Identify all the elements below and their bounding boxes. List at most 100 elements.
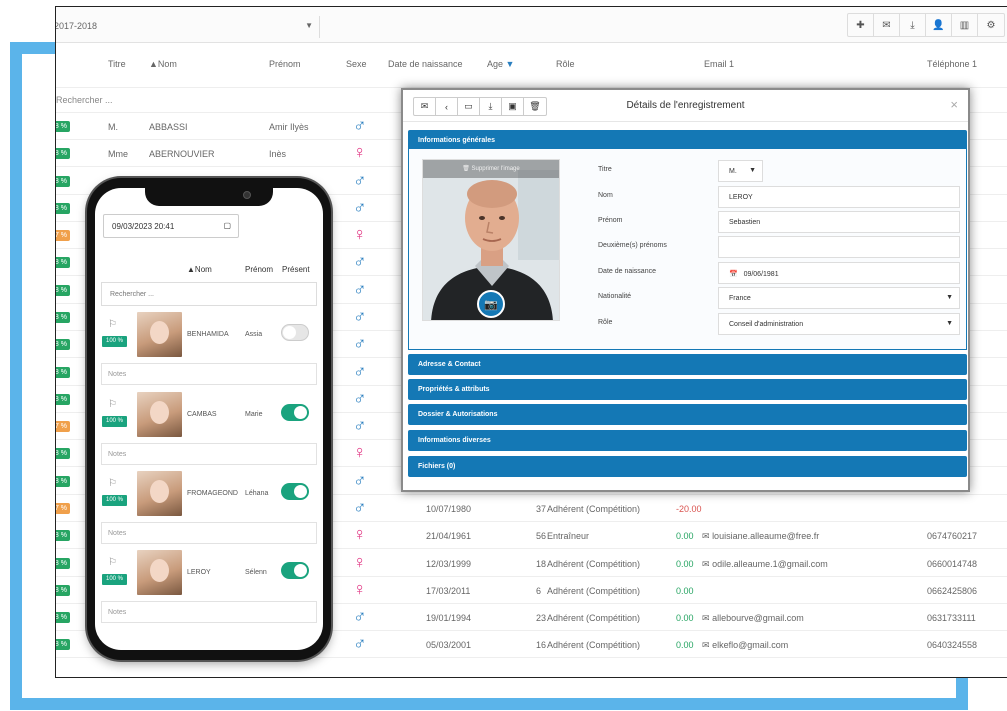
nationalite-value: France bbox=[729, 295, 751, 302]
cell-titre: Mme bbox=[108, 149, 128, 159]
cell-titre: M. bbox=[108, 122, 118, 132]
titre-value: M. bbox=[729, 168, 737, 175]
female-icon: ♀ bbox=[353, 579, 367, 599]
cell-balance: 0.00 bbox=[676, 531, 694, 541]
flag-icon[interactable]: ⚐ bbox=[108, 399, 117, 410]
column-sexe[interactable]: Sexe bbox=[346, 59, 367, 69]
label-deuxiemes-prenoms: Deuxième(s) prénoms bbox=[598, 242, 667, 249]
section-dossier-autorisations[interactable]: Dossier & Autorisations bbox=[408, 404, 967, 425]
attendance-row: ⚐ 100 % LEROY Sélenn Notes bbox=[95, 550, 323, 630]
column-titre[interactable]: Titre bbox=[108, 59, 126, 69]
cell-email[interactable]: ✉ elkeflo@gmail.com bbox=[702, 640, 788, 651]
season-select[interactable]: 2017-2018 ▼ bbox=[55, 16, 320, 38]
label-date-naissance: Date de naissance bbox=[598, 268, 656, 275]
cell-date-naissance: 12/03/1999 bbox=[426, 559, 472, 569]
cell-date-naissance: 21/04/1961 bbox=[426, 531, 472, 541]
calendar-icon[interactable]: ▢ bbox=[223, 221, 231, 230]
add-icon[interactable]: ✚ bbox=[848, 14, 874, 36]
male-icon: ♂ bbox=[353, 470, 367, 490]
nationalite-select[interactable]: France ▼ bbox=[718, 287, 960, 309]
cell-email[interactable]: ✉ odile.alleaume.1@gmail.com bbox=[702, 559, 828, 570]
completion-badge: 98 % bbox=[56, 176, 70, 187]
column-email[interactable]: Email 1 bbox=[704, 59, 734, 69]
cell-balance: -20.00 bbox=[676, 504, 702, 514]
attendance-row: ⚐ 100 % FROMAGEOND Léhana Notes bbox=[95, 471, 323, 551]
table-search-placeholder: Rechercher ... bbox=[56, 95, 113, 105]
completion-badge: 98 % bbox=[56, 639, 70, 650]
gear-icon[interactable]: ⚙ bbox=[978, 14, 1004, 36]
completion-badge: 98 % bbox=[56, 203, 70, 214]
cell-age: 37 bbox=[536, 504, 547, 514]
male-icon: ♂ bbox=[353, 361, 367, 381]
cell-telephone: 0660014748 bbox=[927, 559, 978, 569]
completion-badge: 98 % bbox=[56, 339, 70, 350]
cell-email[interactable]: ✉ allebourve@gmail.com bbox=[702, 613, 804, 624]
column-nom[interactable]: ▲Nom bbox=[149, 59, 177, 69]
nom-input[interactable]: LEROY bbox=[718, 186, 960, 208]
delete-photo-button[interactable]: 🗑 Supprimer l'image bbox=[423, 160, 559, 178]
record-details-modal: ✉ ‹ ▭ ⤓ ▣ 🗑 Détails de l'enregistrement … bbox=[401, 88, 970, 492]
phone-column-prenom[interactable]: Prénom bbox=[245, 265, 273, 274]
notes-input[interactable]: Notes bbox=[101, 601, 317, 623]
present-toggle[interactable] bbox=[281, 324, 309, 341]
titre-select[interactable]: M. ▼ bbox=[718, 160, 763, 182]
notes-placeholder: Notes bbox=[108, 371, 127, 378]
notes-input[interactable]: Notes bbox=[101, 522, 317, 544]
camera-icon[interactable]: 📷 bbox=[477, 290, 505, 318]
cell-email[interactable]: ✉ louisiane.alleaume@free.fr bbox=[702, 531, 819, 542]
present-toggle[interactable] bbox=[281, 404, 309, 421]
section-adresse-contact[interactable]: Adresse & Contact bbox=[408, 354, 967, 375]
label-role: Rôle bbox=[598, 319, 613, 326]
notes-input[interactable]: Notes bbox=[101, 363, 317, 385]
attendance-nom: FROMAGEOND bbox=[187, 490, 238, 497]
present-toggle[interactable] bbox=[281, 483, 309, 500]
season-value: 2017-2018 bbox=[55, 21, 98, 31]
column-age[interactable]: Age ▼ bbox=[487, 59, 514, 69]
completion-badge: 98 % bbox=[56, 257, 70, 268]
column-telephone[interactable]: Téléphone 1 bbox=[927, 59, 977, 69]
phone-column-nom[interactable]: ▲Nom bbox=[187, 265, 212, 274]
cell-balance: 0.00 bbox=[676, 613, 694, 623]
deuxiemes-prenoms-input[interactable] bbox=[718, 236, 960, 258]
chart-icon[interactable]: ▥ bbox=[952, 14, 978, 36]
role-select[interactable]: Conseil d'administration ▼ bbox=[718, 313, 960, 335]
female-icon: ♀ bbox=[353, 142, 367, 162]
date-naissance-input[interactable]: 📅 09/06/1981 bbox=[718, 262, 960, 284]
column-role[interactable]: Rôle bbox=[556, 59, 575, 69]
cell-email-value: elkeflo@gmail.com bbox=[712, 640, 789, 650]
attendance-date-input[interactable]: 09/03/2023 20:41 ▢ bbox=[103, 214, 239, 238]
mail-icon: ✉ bbox=[702, 559, 710, 569]
attendance-nom: BENHAMIDA bbox=[187, 331, 229, 338]
flag-icon[interactable]: ⚐ bbox=[108, 478, 117, 489]
cell-nom: ABERNOUVIER bbox=[149, 149, 215, 159]
cell-age: 16 bbox=[536, 640, 547, 650]
prenom-input[interactable]: Sebastien bbox=[718, 211, 960, 233]
flag-icon[interactable]: ⚐ bbox=[108, 557, 117, 568]
section-proprietes-attributs[interactable]: Propriétés & attributs bbox=[408, 379, 967, 400]
notes-input[interactable]: Notes bbox=[101, 443, 317, 465]
modal-header: ✉ ‹ ▭ ⤓ ▣ 🗑 Détails de l'enregistrement … bbox=[403, 90, 968, 122]
cell-date-naissance: 17/03/2011 bbox=[426, 586, 471, 596]
section-fichiers[interactable]: Fichiers (0) bbox=[408, 456, 967, 477]
section-informations-diverses[interactable]: Informations diverses bbox=[408, 430, 967, 451]
completion-badge: 98 % bbox=[56, 448, 70, 459]
mail-icon[interactable]: ✉ bbox=[874, 14, 900, 36]
mail-icon: ✉ bbox=[702, 640, 710, 650]
cell-date-naissance: 05/03/2001 bbox=[426, 640, 472, 650]
cell-balance: 0.00 bbox=[676, 586, 694, 596]
section-informations-generales[interactable]: Informations générales bbox=[408, 130, 967, 151]
flag-icon[interactable]: ⚐ bbox=[108, 319, 117, 330]
phone-column-present[interactable]: Présent bbox=[282, 265, 310, 274]
phone-mockup: 09/03/2023 20:41 ▢ ▲Nom Prénom Présent Re… bbox=[87, 178, 331, 660]
present-toggle[interactable] bbox=[281, 562, 309, 579]
phone-search-input[interactable]: Rechercher ... bbox=[101, 282, 317, 306]
column-prenom[interactable]: Prénom bbox=[269, 59, 301, 69]
close-icon[interactable]: × bbox=[950, 97, 958, 112]
user-icon[interactable]: 👤 bbox=[926, 14, 952, 36]
column-date-naissance[interactable]: Date de naissance bbox=[388, 59, 463, 69]
male-icon: ♂ bbox=[353, 388, 367, 408]
completion-badge: 7 % bbox=[56, 503, 70, 514]
download-icon[interactable]: ⤓ bbox=[900, 14, 926, 36]
cell-prenom: Amir Ilyès bbox=[269, 122, 309, 132]
completion-badge: 98 % bbox=[56, 476, 70, 487]
